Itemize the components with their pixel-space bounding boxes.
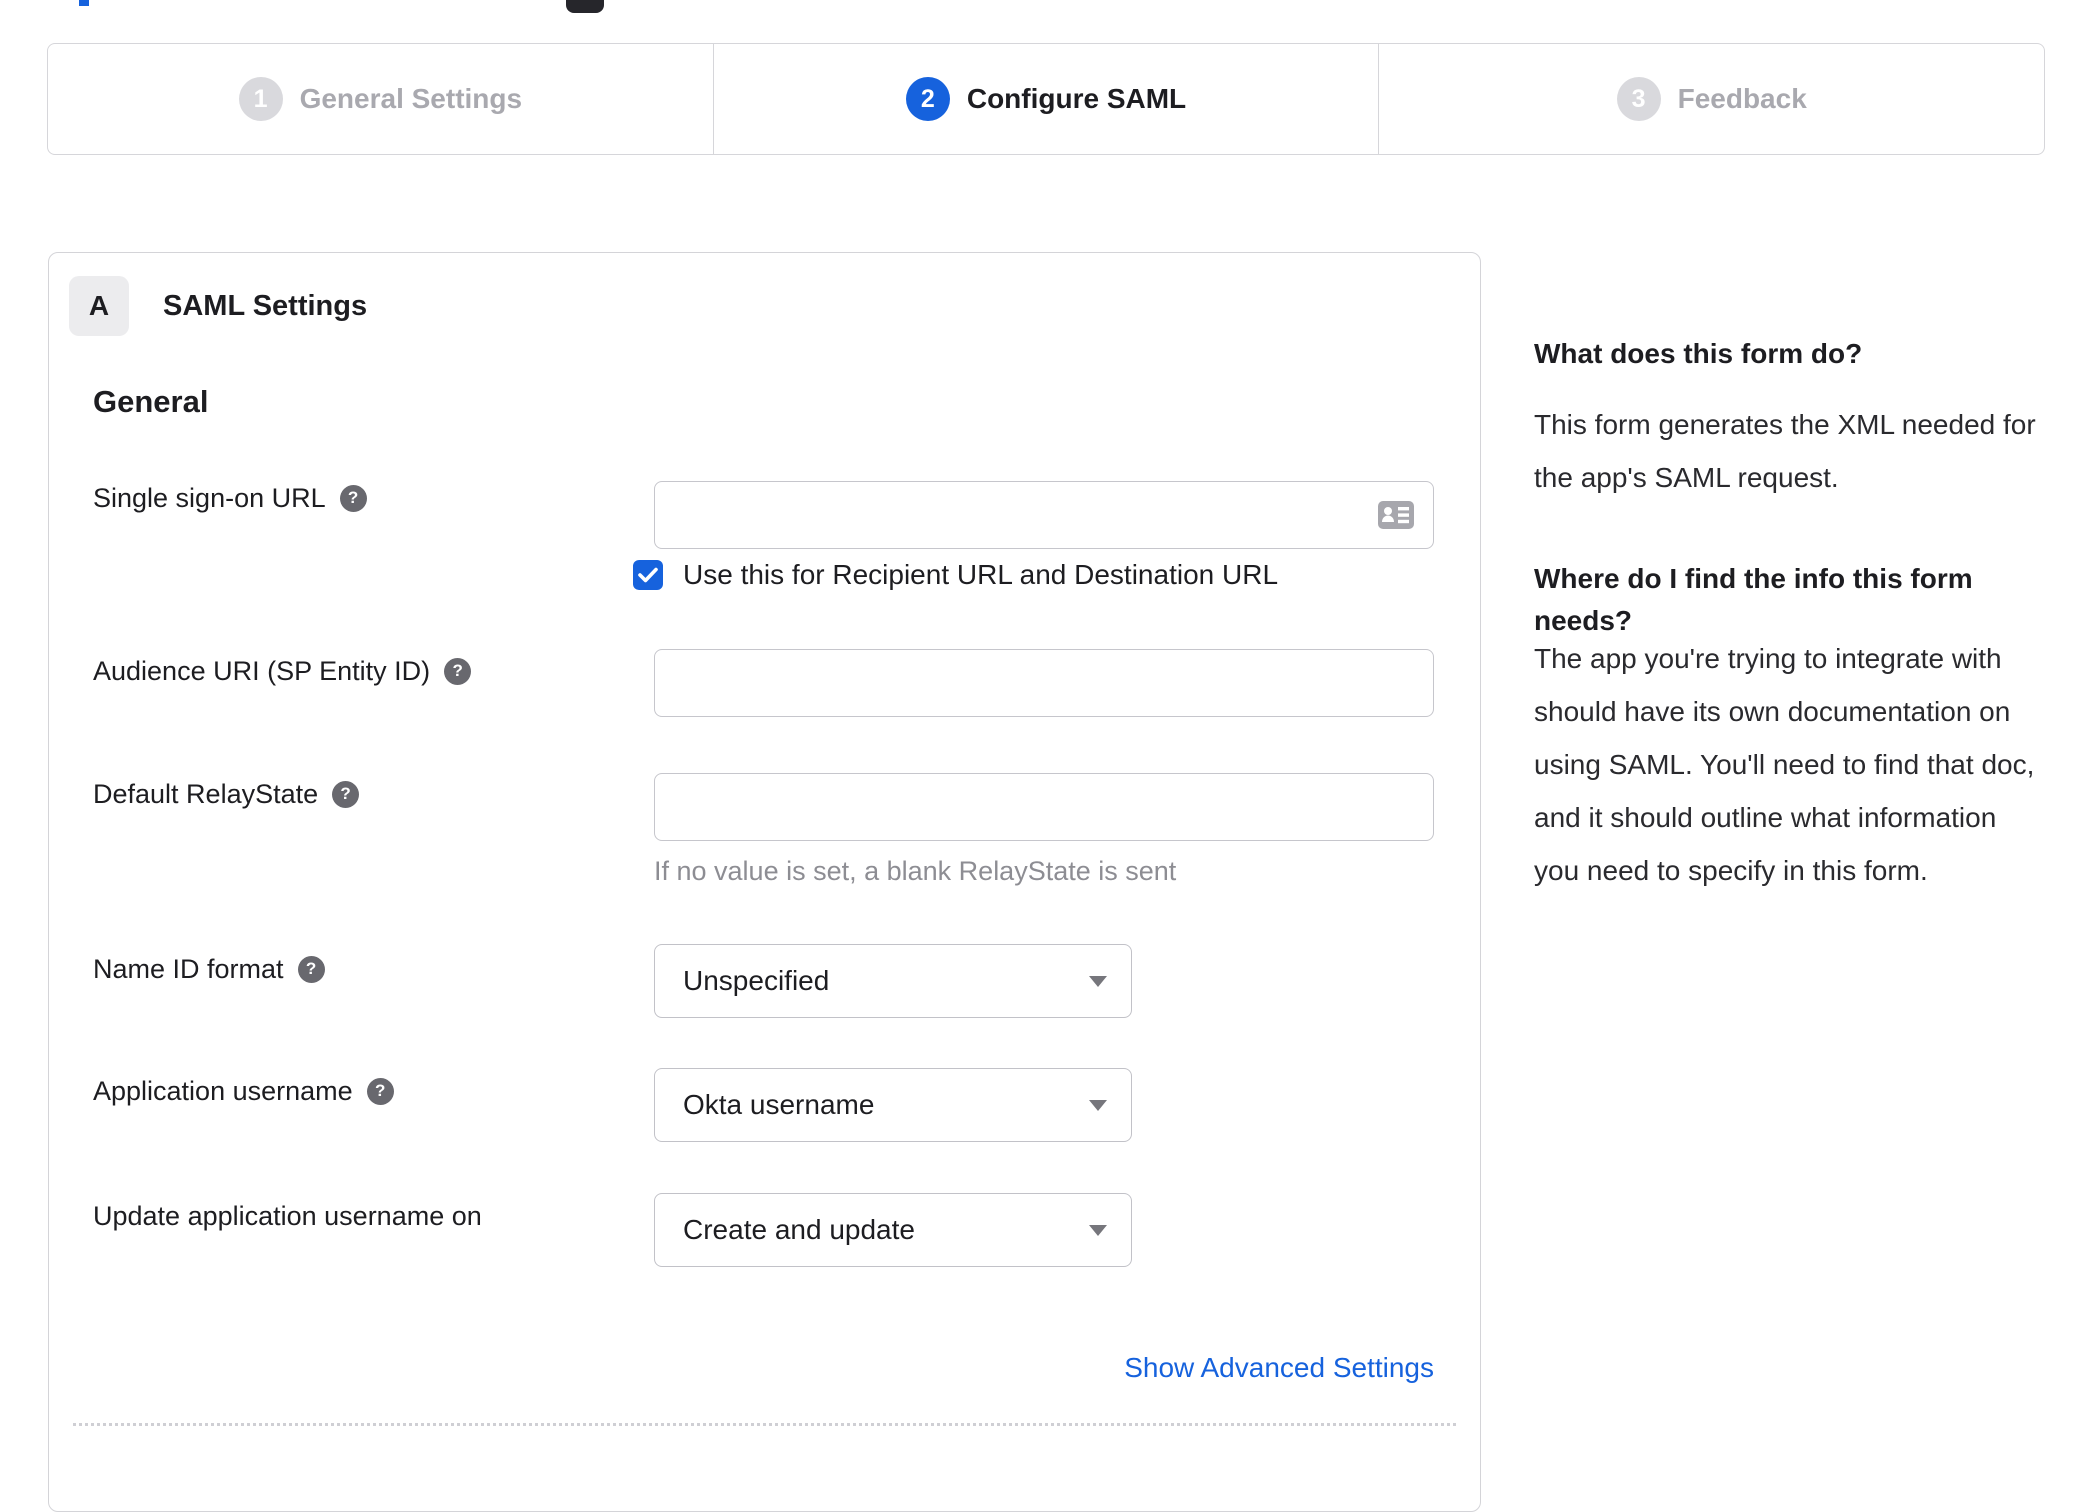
step-general-settings[interactable]: 1 General Settings xyxy=(48,44,713,154)
step-1-label: General Settings xyxy=(299,83,523,114)
contact-card-icon[interactable] xyxy=(1378,501,1414,529)
audience-uri-input[interactable] xyxy=(654,649,1434,717)
cutoff-active-tab-indicator xyxy=(79,0,89,6)
sidebar-paragraph-where: The app you're trying to integrate with … xyxy=(1534,643,2035,886)
sso-url-label: Single sign-on URL xyxy=(93,483,326,513)
sidebar-paragraph-what: This form generates the XML needed for t… xyxy=(1534,409,2036,493)
relaystate-hint: If no value is set, a blank RelayState i… xyxy=(654,856,1177,886)
app-username-value: Okta username xyxy=(683,1089,875,1120)
sso-url-input-wrap xyxy=(654,481,1434,549)
name-id-format-label-row: Name ID format ? xyxy=(93,952,325,986)
help-icon[interactable]: ? xyxy=(444,657,472,685)
name-id-format-label: Name ID format xyxy=(93,954,284,984)
chevron-down-icon xyxy=(1089,1225,1107,1236)
checkmark-icon xyxy=(638,567,658,583)
update-username-label: Update application username on xyxy=(93,1201,482,1231)
update-username-value: Create and update xyxy=(683,1214,915,1245)
relaystate-label: Default RelayState xyxy=(93,779,319,809)
chevron-down-icon xyxy=(1089,976,1107,987)
section-badge: A xyxy=(69,276,129,336)
sidebar-heading-where: Where do I find the info this form needs… xyxy=(1534,563,1973,636)
step-2-circle: 2 xyxy=(905,77,950,121)
app-username-label-row: Application username ? xyxy=(93,1074,394,1108)
help-icon[interactable]: ? xyxy=(297,955,325,983)
sso-url-input[interactable] xyxy=(654,481,1434,549)
recipient-url-checkbox-row: Use this for Recipient URL and Destinati… xyxy=(633,559,1278,591)
relaystate-label-row: Default RelayState ? xyxy=(93,777,360,811)
name-id-format-select[interactable]: Unspecified xyxy=(654,944,1132,1018)
step-feedback[interactable]: 3 Feedback xyxy=(1378,44,2044,154)
setup-stepper: 1 General Settings 2 Configure SAML 3 Fe… xyxy=(47,43,2045,155)
saml-settings-panel: A SAML Settings General Single sign-on U… xyxy=(48,252,1481,1512)
app-username-select[interactable]: Okta username xyxy=(654,1068,1132,1142)
help-icon[interactable]: ? xyxy=(339,484,367,512)
panel-title: SAML Settings xyxy=(163,290,368,322)
sidebar-heading-what: What does this form do? xyxy=(1534,338,1863,369)
app-username-label: Application username xyxy=(93,1076,353,1106)
step-2-label: Configure SAML xyxy=(966,83,1187,114)
cutoff-toggle-icon xyxy=(566,0,604,13)
audience-uri-label: Audience URI (SP Entity ID) xyxy=(93,656,431,686)
show-advanced-settings-link[interactable]: Show Advanced Settings xyxy=(1124,1351,1434,1385)
recipient-url-checkbox-label[interactable]: Use this for Recipient URL and Destinati… xyxy=(683,559,1278,591)
chevron-down-icon xyxy=(1089,1100,1107,1111)
audience-uri-label-row: Audience URI (SP Entity ID) ? xyxy=(93,654,472,688)
update-username-label-row: Update application username on xyxy=(93,1199,482,1233)
relaystate-input[interactable] xyxy=(654,773,1434,841)
step-3-circle: 3 xyxy=(1616,77,1661,121)
step-configure-saml[interactable]: 2 Configure SAML xyxy=(712,44,1379,154)
name-id-format-value: Unspecified xyxy=(683,965,830,996)
general-heading: General xyxy=(93,384,209,419)
help-icon[interactable]: ? xyxy=(332,780,360,808)
help-icon[interactable]: ? xyxy=(366,1077,394,1105)
recipient-url-checkbox[interactable] xyxy=(633,560,663,590)
step-1-circle: 1 xyxy=(238,77,283,121)
step-3-label: Feedback xyxy=(1677,83,1807,114)
sso-url-label-row: Single sign-on URL ? xyxy=(93,481,367,515)
update-username-select[interactable]: Create and update xyxy=(654,1193,1132,1267)
